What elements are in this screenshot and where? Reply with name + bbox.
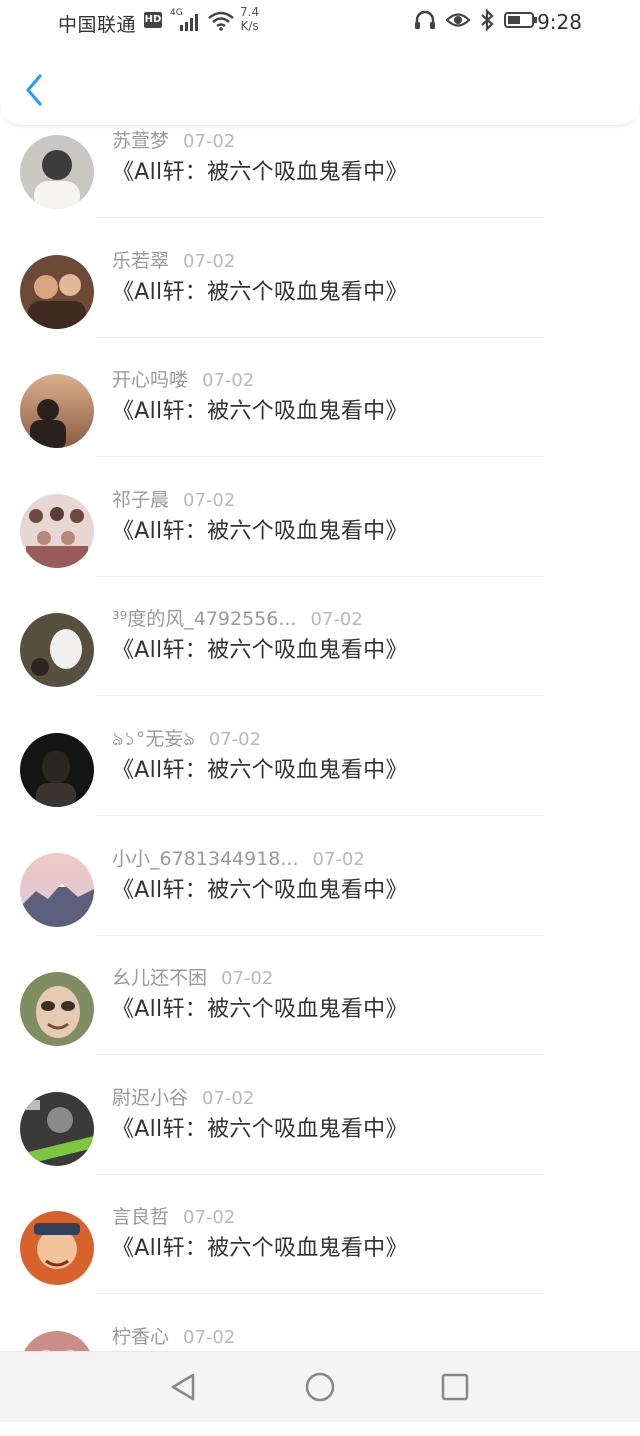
- comment-text: 《All轩：被六个吸血鬼看中》: [112, 877, 408, 903]
- list-item[interactable]: ঌ১°无妄ঌ 07-02 《All轩：被六个吸血鬼看中》: [0, 718, 640, 838]
- bluetooth-icon: [480, 8, 494, 36]
- username[interactable]: 祁子晨: [112, 489, 169, 511]
- clock: 9:28: [537, 10, 582, 34]
- comment-date: 07-02: [183, 1207, 236, 1229]
- nav-home-button[interactable]: [302, 1369, 338, 1405]
- list-item[interactable]: 小小_6781344918... 07-02 《All轩：被六个吸血鬼看中》: [0, 838, 640, 958]
- username[interactable]: 开心吗喽: [112, 369, 188, 391]
- comment-text: 《All轩：被六个吸血鬼看中》: [112, 997, 408, 1023]
- list-item[interactable]: 幺儿还不困 07-02 《All轩：被六个吸血鬼看中》: [0, 957, 640, 1077]
- divider: [96, 1293, 544, 1295]
- avatar[interactable]: [20, 1091, 94, 1166]
- divider: [96, 575, 544, 577]
- eye-icon: [445, 11, 471, 34]
- list-item[interactable]: 开心吗喽 07-02 《All轩：被六个吸血鬼看中》: [0, 359, 640, 479]
- avatar[interactable]: [20, 1211, 94, 1286]
- divider: [96, 1173, 544, 1175]
- carrier-label: 中国联通: [58, 14, 137, 36]
- comment-text: 《All轩：被六个吸血鬼看中》: [112, 1116, 408, 1142]
- chevron-left-icon: [22, 74, 46, 112]
- list-item[interactable]: 乐若翠 07-02 《All轩：被六个吸血鬼看中》: [0, 240, 640, 360]
- comment-date: 07-02: [310, 609, 363, 631]
- comment-date: 07-02: [183, 131, 236, 152]
- status-bar: 中国联通 HD 4G 7.4 K/s 9:28: [0, 0, 640, 44]
- battery-icon: [504, 11, 538, 34]
- nav-back-button[interactable]: [165, 1369, 201, 1405]
- top-header: 中国联通 HD 4G 7.4 K/s 9:28: [0, 0, 640, 126]
- username[interactable]: 苏萱梦: [112, 130, 169, 152]
- comment-text: 《All轩：被六个吸血鬼看中》: [112, 279, 408, 305]
- username[interactable]: ঌ১°无妄ঌ: [112, 728, 195, 750]
- username[interactable]: 言良哲: [112, 1206, 169, 1228]
- avatar[interactable]: [20, 254, 94, 329]
- home-circle-icon: [302, 1372, 338, 1409]
- back-triangle-icon: [165, 1373, 201, 1409]
- username[interactable]: 幺儿还不困: [112, 967, 207, 989]
- list-item[interactable]: 尉迟小谷 07-02 《All轩：被六个吸血鬼看中》: [0, 1077, 640, 1197]
- comment-text: 《All轩：被六个吸血鬼看中》: [112, 638, 408, 664]
- headphones-icon: [414, 10, 436, 35]
- divider: [96, 815, 544, 816]
- comment-date: 07-02: [202, 1087, 255, 1109]
- comment-date: 07-02: [202, 370, 255, 392]
- comment-text: 《All轩：被六个吸血鬼看中》: [112, 399, 408, 425]
- avatar[interactable]: [20, 613, 94, 688]
- avatar[interactable]: [20, 733, 94, 807]
- avatar[interactable]: [20, 374, 94, 449]
- username[interactable]: 尉迟小谷: [112, 1087, 188, 1109]
- divider: [96, 934, 544, 936]
- avatar[interactable]: [20, 493, 94, 568]
- username[interactable]: 柠香心: [112, 1326, 169, 1348]
- comment-date: 07-02: [183, 250, 236, 272]
- comment-text: 《All轩：被六个吸血鬼看中》: [112, 160, 408, 185]
- comment-text: 《All轩：被六个吸血鬼看中》: [112, 758, 408, 783]
- comment-date: 07-02: [312, 848, 365, 870]
- divider: [96, 1054, 544, 1056]
- wifi-icon: [208, 11, 234, 36]
- list-item[interactable]: 苏萱梦 07-02 《All轩：被六个吸血鬼看中》: [0, 120, 640, 240]
- comment-date: 07-02: [183, 489, 236, 511]
- list-item[interactable]: 祁子晨 07-02 《All轩：被六个吸血鬼看中》: [0, 479, 640, 599]
- comment-text: 《All轩：被六个吸血鬼看中》: [112, 1236, 408, 1262]
- speed-value: 7.4: [240, 5, 260, 19]
- comment-date: 07-02: [208, 729, 262, 750]
- list-item[interactable]: 言良哲 07-02 《All轩：被六个吸血鬼看中》: [0, 1196, 640, 1316]
- recents-square-icon: [437, 1373, 473, 1409]
- avatar[interactable]: [20, 852, 94, 927]
- hd-badge: HD: [144, 12, 162, 28]
- list-item[interactable]: ³⁹度的风_4792556... 07-02 《All轩：被六个吸血鬼看中》: [0, 598, 640, 718]
- username[interactable]: 小小_6781344918...: [112, 848, 299, 870]
- divider: [96, 695, 544, 697]
- speed-unit: K/s: [240, 19, 259, 33]
- avatar[interactable]: [20, 135, 94, 209]
- username[interactable]: 乐若翠: [112, 250, 169, 272]
- network-speed: 7.4 K/s: [240, 5, 259, 33]
- divider: [96, 456, 544, 458]
- comment-text: 《All轩：被六个吸血鬼看中》: [112, 518, 408, 544]
- username[interactable]: ³⁹度的风_4792556...: [112, 608, 296, 630]
- nav-recents-button[interactable]: [437, 1369, 473, 1405]
- divider: [96, 217, 544, 218]
- system-nav-bar: [0, 1351, 640, 1422]
- avatar[interactable]: [20, 972, 94, 1047]
- signal-icon: [180, 13, 204, 36]
- divider: [96, 336, 544, 338]
- comment-date: 07-02: [221, 968, 274, 990]
- comment-date: 07-02: [183, 1327, 236, 1348]
- back-button[interactable]: [22, 72, 46, 112]
- status-icons: [414, 8, 538, 36]
